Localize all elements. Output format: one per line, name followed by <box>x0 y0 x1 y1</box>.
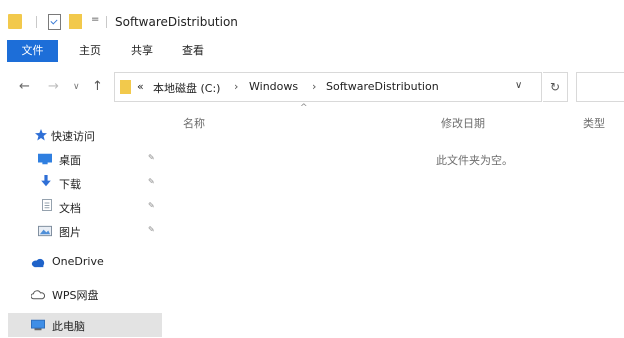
pin-icon[interactable]: ✎ <box>148 153 155 162</box>
pin-icon[interactable]: ✎ <box>148 201 155 210</box>
computer-icon <box>31 319 45 331</box>
column-header-date-modified[interactable]: 修改日期 <box>441 115 485 131</box>
pin-icon[interactable]: ✎ <box>148 177 155 186</box>
forward-button[interactable]: → <box>48 79 59 94</box>
tab-file[interactable]: 文件 <box>7 40 58 62</box>
customize-toolbar-dropdown[interactable]: = <box>91 14 99 25</box>
empty-folder-message: 此文件夹为空。 <box>436 154 513 167</box>
sidebar-item-label: 此电脑 <box>52 320 85 333</box>
sidebar-item-wps-cloud[interactable]: WPS网盘 <box>0 283 162 305</box>
sidebar-item-downloads[interactable]: 下载 ✎ <box>0 172 162 194</box>
tab-home[interactable]: 主页 <box>72 40 108 62</box>
toolbar-separator <box>106 16 107 28</box>
sidebar-item-desktop[interactable]: 桌面 ✎ <box>0 148 162 170</box>
sidebar-item-label: 快速访问 <box>51 130 95 143</box>
tab-view[interactable]: 查看 <box>175 40 211 62</box>
wps-cloud-icon <box>31 290 45 300</box>
sort-indicator-icon: ^ <box>300 103 308 113</box>
cloud-icon <box>31 258 45 268</box>
download-icon <box>41 175 51 187</box>
sidebar-item-label: 文档 <box>59 202 81 215</box>
recent-locations-button[interactable]: ∨ <box>73 82 80 92</box>
breadcrumb-local-disk[interactable]: 本地磁盘 (C:) <box>153 80 220 96</box>
address-history-dropdown[interactable]: ∨ <box>515 80 522 91</box>
sidebar-item-label: OneDrive <box>52 255 104 268</box>
back-button[interactable]: ← <box>19 79 30 94</box>
refresh-button[interactable]: ↻ <box>543 72 568 102</box>
sidebar-item-quick-access[interactable]: 快速访问 <box>0 124 162 146</box>
folder-icon <box>120 80 131 94</box>
breadcrumb-windows[interactable]: Windows <box>249 80 298 93</box>
sidebar-item-label: 下载 <box>59 178 81 191</box>
navigation-pane: 快速访问 桌面 ✎ 下载 ✎ 文档 ✎ 图片 ✎ OneDrive WPS网盘 … <box>0 108 162 338</box>
tab-share[interactable]: 共享 <box>124 40 160 62</box>
pictures-icon <box>38 225 52 237</box>
properties-icon[interactable] <box>48 14 61 30</box>
breadcrumb-softwaredistribution[interactable]: SoftwareDistribution <box>326 80 439 93</box>
column-header-type[interactable]: 类型 <box>583 115 605 131</box>
sidebar-item-this-pc[interactable]: 此电脑 <box>8 313 162 337</box>
breadcrumb-separator[interactable]: › <box>312 80 316 93</box>
star-icon <box>35 129 47 141</box>
breadcrumb-separator[interactable]: › <box>234 80 238 93</box>
desktop-icon <box>38 153 52 165</box>
address-bar[interactable]: « 本地磁盘 (C:) › Windows › SoftwareDistribu… <box>114 72 542 102</box>
search-input[interactable] <box>576 72 624 102</box>
sidebar-item-onedrive[interactable]: OneDrive <box>0 251 162 273</box>
sidebar-item-pictures[interactable]: 图片 ✎ <box>0 220 162 242</box>
sidebar-item-label: 图片 <box>59 226 81 239</box>
column-header-name[interactable]: 名称 <box>183 115 205 131</box>
new-folder-icon[interactable] <box>69 14 82 29</box>
window-title: SoftwareDistribution <box>115 15 238 29</box>
sidebar-item-documents[interactable]: 文档 ✎ <box>0 196 162 218</box>
navigation-bar: ← → ∨ ↑ « 本地磁盘 (C:) › Windows › Software… <box>0 70 624 102</box>
pin-icon[interactable]: ✎ <box>148 225 155 234</box>
title-bar: = SoftwareDistribution <box>0 0 624 40</box>
folder-icon <box>8 14 22 29</box>
sidebar-item-label: WPS网盘 <box>52 289 99 302</box>
ribbon-tabs: 文件 主页 共享 查看 <box>0 40 624 62</box>
up-button[interactable]: ↑ <box>92 79 103 94</box>
document-icon <box>42 199 52 211</box>
address-overflow-button[interactable]: « <box>137 80 144 93</box>
sidebar-item-label: 桌面 <box>59 154 81 167</box>
toolbar-separator <box>36 16 37 28</box>
